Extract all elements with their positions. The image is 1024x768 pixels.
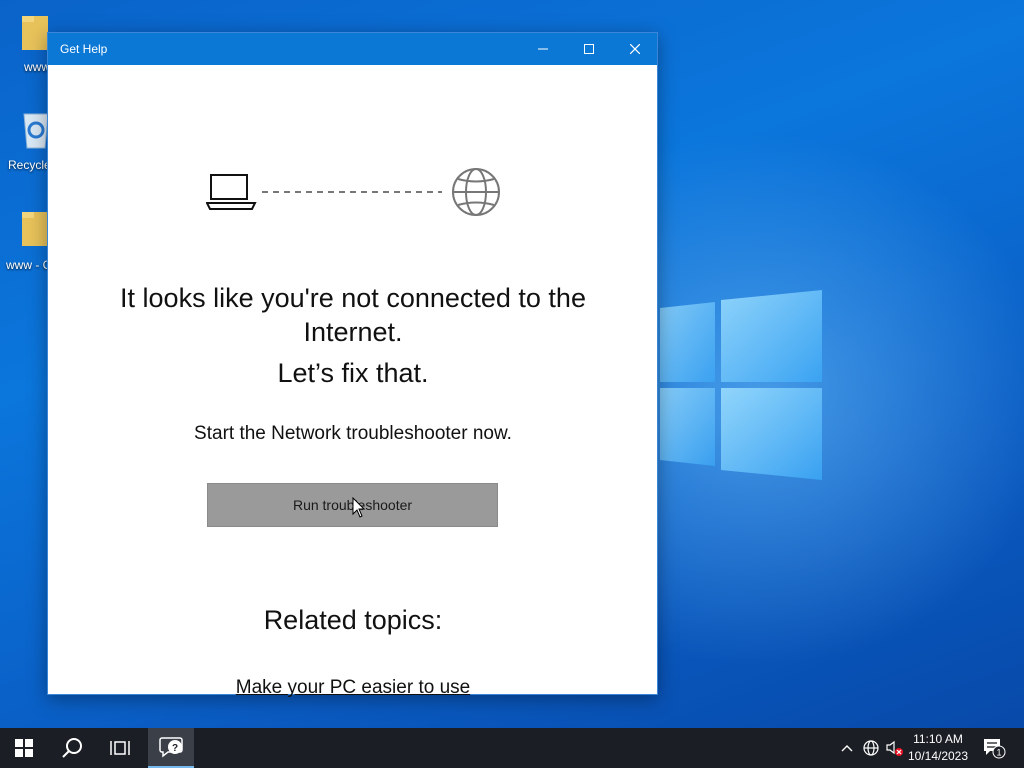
not-connected-heading: It looks like you're not connected to th… [120,283,586,347]
maximize-icon [584,44,594,54]
get-help-window: Get Help It looks like you're not connec… [47,32,658,698]
chevron-up-icon [841,745,853,752]
network-status-button[interactable] [860,728,882,768]
search-icon [62,738,82,758]
minimize-button[interactable] [520,33,566,65]
title-bar[interactable]: Get Help [48,33,657,65]
notification-count: 1 [996,748,1001,758]
taskbar: ? 11:10 AM 10/14/2023 1 [0,728,1024,768]
taskbar-clock[interactable]: 11:10 AM 10/14/2023 [902,731,974,765]
svg-text:?: ? [172,743,178,754]
laptop-icon [206,174,257,210]
windows-wallpaper-logo [660,290,822,480]
make-pc-easier-link[interactable]: Make your PC easier to use [236,677,470,698]
mouse-cursor-icon [352,497,366,518]
get-help-icon: ? [159,737,183,758]
task-view-button[interactable] [96,728,144,768]
minimize-icon [538,48,548,50]
window-content: It looks like you're not connected to th… [48,65,657,698]
globe-icon [452,168,500,216]
close-button[interactable] [612,33,658,65]
action-center-button[interactable]: 1 [980,728,1008,768]
show-hidden-icons-button[interactable] [836,728,858,768]
notifications-icon: 1 [984,739,1006,759]
desktop-icon-label: www - C [6,258,52,272]
connection-illustration [206,168,500,216]
maximize-button[interactable] [566,33,612,65]
desktop-icon-label: Recycle [8,158,51,172]
start-button[interactable] [0,728,48,768]
search-button[interactable] [48,728,96,768]
related-topic-item: Make your PC easier to use [88,677,618,699]
folder-icon [22,212,48,246]
close-icon [630,44,640,54]
task-view-icon [110,741,130,755]
windows-start-icon [15,739,33,757]
clock-time: 11:10 AM [913,732,963,746]
clock-date: 10/14/2023 [907,749,969,763]
network-globe-icon [863,740,879,756]
troubleshooter-description: Start the Network troubleshooter now. [194,423,512,444]
window-title: Get Help [60,42,108,56]
lets-fix-heading: Let’s fix that. [277,358,429,388]
related-topics-heading: Related topics: [263,605,443,635]
taskbar-get-help-app[interactable]: ? [148,728,194,768]
folder-icon [22,16,48,50]
